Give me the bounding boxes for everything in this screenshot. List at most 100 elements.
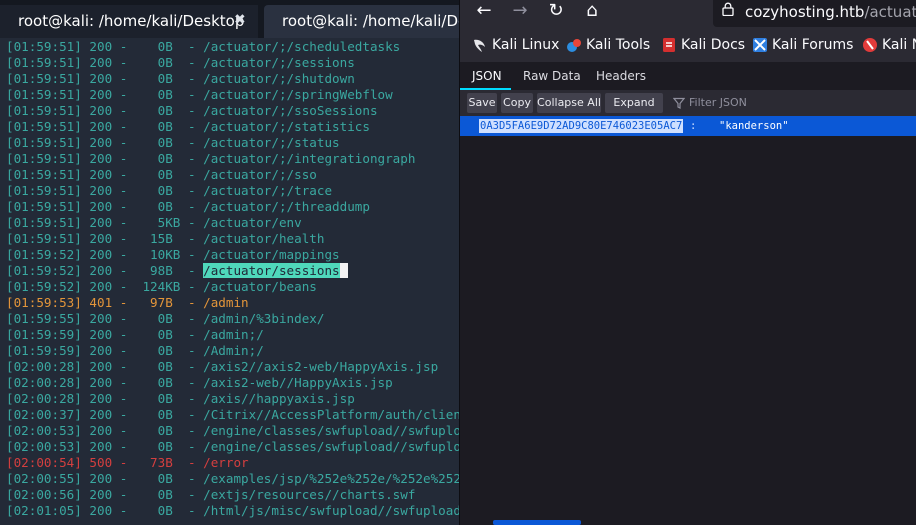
- bookmark-label: Kali Linux: [492, 37, 560, 53]
- json-toolbar: Save Copy Collapse All Expand All Filter…: [460, 90, 916, 129]
- copy-button[interactable]: Copy: [501, 93, 533, 113]
- terminal-line-text: [01:59:52] 200 - 10KB - /actuator/mappin…: [6, 247, 340, 262]
- terminal-line: [02:00:53] 200 - 0B - /engine/classes/sw…: [0, 423, 460, 439]
- browser-window[interactable]: ← → ↻ ⌂ cozyhosting.htb/actuator/session…: [459, 0, 916, 525]
- terminal-line-text: [01:59:51] 200 - 5KB - /actuator/env: [6, 215, 302, 230]
- terminal-line: [01:59:52] 200 - 98B - /actuator/session…: [0, 263, 460, 279]
- terminal-line: [02:00:37] 200 - 0B - /Citrix//AccessPla…: [0, 407, 460, 423]
- terminal-line-text: [02:00:53] 200 - 0B - /engine/classes/sw…: [6, 439, 460, 454]
- kali-docs-icon: [663, 38, 675, 52]
- filter-icon: [673, 97, 685, 109]
- kali-forums-icon: [753, 38, 767, 52]
- tab-headers[interactable]: Headers: [596, 69, 646, 83]
- terminal-line: [01:59:51] 200 - 0B - /actuator/;/sessio…: [0, 55, 460, 71]
- save-button[interactable]: Save: [467, 93, 497, 113]
- url-path: /actuator/sessions: [864, 3, 916, 21]
- json-viewer-tabs: JSON Raw Data Headers: [460, 62, 916, 90]
- terminal-line-text: [01:59:51] 200 - 0B - /actuator/;/spring…: [6, 87, 393, 102]
- terminal-line-text: [01:59:51] 200 - 0B - /actuator/;/sessio…: [6, 55, 355, 70]
- json-key[interactable]: 0A3D5FA6E9D72AD9C80E746023E05AC7: [479, 119, 684, 133]
- terminal-line: [01:59:53] 401 - 97B - /admin: [0, 295, 460, 311]
- close-icon[interactable]: ✖: [234, 12, 246, 28]
- json-separator: :: [690, 120, 697, 132]
- terminal-window[interactable]: root@kali: /home/kali/Desktop ✖ root@kal…: [0, 0, 460, 525]
- tab-raw-data[interactable]: Raw Data: [523, 69, 581, 83]
- terminal-line-text: [01:59:51] 200 - 0B - /actuator/;/ssoSes…: [6, 103, 378, 118]
- bookmarks-toolbar: Kali Linux Kali Tools Kali Docs Kali For…: [460, 29, 916, 63]
- terminal-line-text: [02:00:28] 200 - 0B - /axis2//axis2-web/…: [6, 359, 439, 374]
- terminal-line: [02:00:56] 200 - 0B - /extjs/resources//…: [0, 487, 460, 503]
- tab-json[interactable]: JSON: [472, 69, 502, 83]
- url-bar[interactable]: cozyhosting.htb/actuator/sessions: [713, 0, 916, 27]
- horizontal-scrollbar[interactable]: [493, 520, 581, 525]
- json-value[interactable]: "kanderson": [719, 119, 789, 133]
- terminal-output[interactable]: [01:59:51] 200 - 0B - /actuator/;/schedu…: [0, 39, 460, 525]
- terminal-line: [01:59:51] 200 - 5KB - /actuator/env: [0, 215, 460, 231]
- expand-all-button[interactable]: Expand All: [605, 93, 663, 129]
- terminal-line: [01:59:59] 200 - 0B - /admin;/: [0, 327, 460, 343]
- terminal-line-text: [01:59:51] 200 - 0B - /actuator/;/thread…: [6, 199, 370, 214]
- terminal-line: [01:59:51] 200 - 0B - /actuator/;/thread…: [0, 199, 460, 215]
- terminal-line: [02:00:28] 200 - 0B - /axis//happyaxis.j…: [0, 391, 460, 407]
- terminal-line-text: [01:59:51] 200 - 0B - /actuator/;/status: [6, 135, 340, 150]
- terminal-line-text: [01:59:51] 200 - 15B - /actuator/health: [6, 231, 325, 246]
- terminal-line-text: [01:59:51] 200 - 0B - /actuator/;/sso: [6, 167, 317, 182]
- terminal-line: [02:00:28] 200 - 0B - /axis2-web//HappyA…: [0, 375, 460, 391]
- terminal-line: [02:00:28] 200 - 0B - /axis2//axis2-web/…: [0, 359, 460, 375]
- terminal-line-text: [02:01:05] 200 - 0B - /html/js/misc/swfu…: [6, 503, 460, 518]
- terminal-line-text: [02:00:28] 200 - 0B - /axis//happyaxis.j…: [6, 391, 355, 406]
- terminal-line: [02:00:54] 500 - 73B - /error: [0, 455, 460, 471]
- lock-icon: [722, 2, 734, 16]
- terminal-line: [01:59:51] 200 - 0B - /actuator/;/spring…: [0, 87, 460, 103]
- bookmark-label: Kali Tools: [586, 37, 651, 53]
- terminal-line-text: [01:59:51] 200 - 0B - /actuator/;/schedu…: [6, 39, 401, 54]
- terminal-tab-active[interactable]: root@kali: /home/kali/Desktop: [264, 5, 460, 38]
- terminal-line: [01:59:51] 200 - 15B - /actuator/health: [0, 231, 460, 247]
- terminal-line: [02:00:55] 200 - 0B - /examples/jsp/%252…: [0, 471, 460, 487]
- url-host: cozyhosting.htb: [745, 3, 865, 21]
- terminal-line-text: [01:59:52] 200 - 124KB - /actuator/beans: [6, 279, 317, 294]
- kali-nethunter-icon: [863, 38, 877, 52]
- terminal-line-text: [02:00:54] 500 - 73B - /error: [6, 455, 249, 470]
- terminal-tab-title: root@kali: /home/kali/Desktop: [282, 12, 460, 30]
- terminal-line: [02:00:53] 200 - 0B - /engine/classes/sw…: [0, 439, 460, 455]
- terminal-line: [01:59:51] 200 - 0B - /actuator/;/sso: [0, 167, 460, 183]
- kali-dragon-icon: [474, 39, 485, 52]
- terminal-line: [01:59:52] 200 - 10KB - /actuator/mappin…: [0, 247, 460, 263]
- home-button[interactable]: ⌂: [578, 0, 606, 24]
- json-tree[interactable]: 0A3D5FA6E9D72AD9C80E746023E05AC7 : "kand…: [460, 116, 916, 525]
- terminal-line-text: [01:59:55] 200 - 0B - /admin/%3bindex/: [6, 311, 325, 326]
- filter-json-input[interactable]: Filter JSON: [689, 96, 747, 109]
- terminal-line-text: [01:59:51] 200 - 0B - /actuator/;/integr…: [6, 151, 416, 166]
- bookmark-label: Kali Docs: [681, 37, 746, 53]
- terminal-line-text: [02:00:56] 200 - 0B - /extjs/resources//…: [6, 487, 416, 502]
- terminal-line: [01:59:51] 200 - 0B - /actuator/;/shutdo…: [0, 71, 460, 87]
- json-row-selected[interactable]: 0A3D5FA6E9D72AD9C80E746023E05AC7 : "kand…: [460, 116, 916, 136]
- text-cursor: [339, 263, 348, 278]
- terminal-line: [01:59:51] 200 - 0B - /actuator/;/integr…: [0, 151, 460, 167]
- reload-button[interactable]: ↻: [542, 0, 570, 24]
- terminal-tab-title: root@kali: /home/kali/Desktop: [18, 12, 245, 30]
- terminal-line-text: [02:00:53] 200 - 0B - /engine/classes/sw…: [6, 423, 460, 438]
- terminal-line-text: [01:59:51] 200 - 0B - /actuator/;/trace: [6, 183, 333, 198]
- terminal-line-text: [02:00:28] 200 - 0B - /axis2-web//HappyA…: [6, 375, 393, 390]
- terminal-line: [01:59:51] 200 - 0B - /actuator/;/statis…: [0, 119, 460, 135]
- terminal-line-text: [01:59:59] 200 - 0B - /Admin;/: [6, 343, 264, 358]
- terminal-line-text: [01:59:51] 200 - 0B - /actuator/;/shutdo…: [6, 71, 355, 86]
- collapse-all-button[interactable]: Collapse All: [537, 93, 601, 113]
- terminal-line: [01:59:51] 200 - 0B - /actuator/;/status: [0, 135, 460, 151]
- highlighted-path: /actuator/sessions: [203, 263, 340, 278]
- back-button[interactable]: ←: [470, 0, 498, 24]
- forward-button[interactable]: →: [506, 0, 534, 24]
- terminal-tab[interactable]: root@kali: /home/kali/Desktop ✖: [0, 5, 258, 38]
- terminal-tab-bar: root@kali: /home/kali/Desktop ✖ root@kal…: [0, 0, 460, 38]
- terminal-line: [01:59:52] 200 - 124KB - /actuator/beans: [0, 279, 460, 295]
- bookmark-label: Kali Forums: [772, 37, 854, 53]
- terminal-line: [01:59:55] 200 - 0B - /admin/%3bindex/: [0, 311, 460, 327]
- terminal-line-text: [02:00:55] 200 - 0B - /examples/jsp/%252…: [6, 471, 460, 486]
- terminal-line: [01:59:51] 200 - 0B - /actuator/;/trace: [0, 183, 460, 199]
- terminal-line: [02:01:05] 200 - 0B - /html/js/misc/swfu…: [0, 503, 460, 519]
- terminal-line: [01:59:51] 200 - 0B - /actuator/;/ssoSes…: [0, 103, 460, 119]
- terminal-line-text: [01:59:59] 200 - 0B - /admin;/: [6, 327, 264, 342]
- terminal-line-text: [02:00:37] 200 - 0B - /Citrix//AccessPla…: [6, 407, 460, 422]
